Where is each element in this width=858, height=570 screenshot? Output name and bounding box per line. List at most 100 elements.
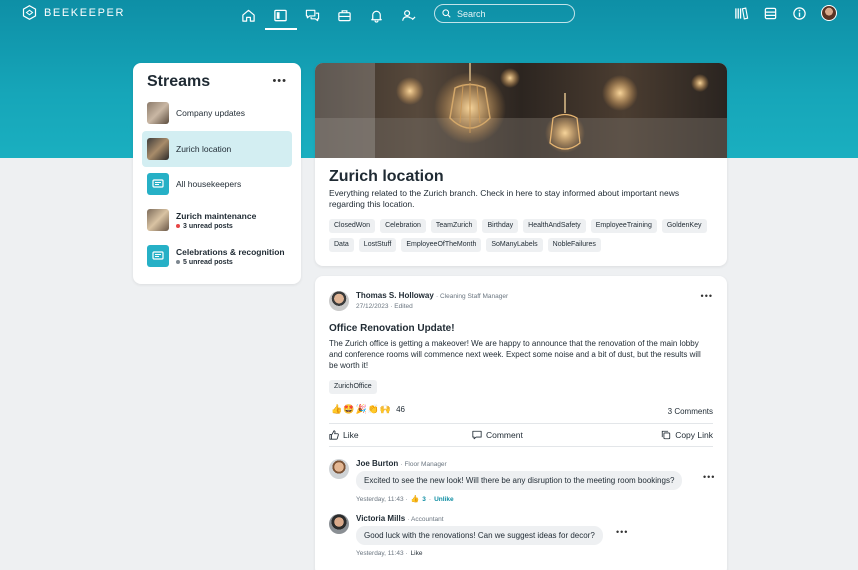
post-actions: Like Comment Copy Link [329, 430, 713, 440]
unread-count: 5 unread posts [183, 258, 233, 266]
stream-thumbnail [147, 138, 169, 160]
chat-icon [305, 9, 319, 21]
search-icon [442, 9, 451, 18]
like-label: Like [343, 430, 359, 440]
tag[interactable]: EmployeeOfTheMonth [401, 238, 482, 252]
commenter-role: · Floor Manager [400, 461, 447, 468]
nav-chats[interactable] [296, 4, 328, 26]
copy-icon [662, 430, 671, 440]
reactions-bar[interactable]: 👍 🤩 🎉 👏 🙌 46 [331, 404, 405, 415]
info-icon[interactable] [792, 6, 807, 21]
stream-name: Zurich location [176, 144, 232, 154]
comment-label: Comment [485, 430, 523, 440]
author-avatar[interactable] [329, 291, 349, 311]
copy-link-button[interactable]: Copy Link [661, 430, 713, 440]
brand[interactable]: BEEKEEPER [22, 5, 125, 20]
unread-badge: 5 unread posts [176, 259, 285, 266]
commenter-avatar[interactable] [329, 514, 349, 534]
stream-item-zurich-maintenance[interactable]: Zurich maintenance 3 unread posts [142, 202, 292, 238]
tag[interactable]: Celebration [380, 219, 426, 233]
streams-more-button[interactable]: ••• [272, 75, 287, 87]
star-struck-reaction-icon: 🤩 [343, 404, 355, 414]
bell-icon [370, 10, 382, 23]
comment-footer: Yesterday, 11:43 · 👍 3 · Unlike [356, 495, 454, 504]
comment-footer: Yesterday, 11:43 · Like [356, 550, 423, 557]
stream-item-all-housekeepers[interactable]: All housekeepers [142, 166, 292, 202]
reaction-count: 46 [396, 405, 405, 414]
clap-reaction-icon: 👏 [367, 404, 379, 414]
stream-item-company-updates[interactable]: Company updates [142, 95, 292, 131]
comment-time: Yesterday, 11:43 · [356, 495, 408, 503]
post-author-line: Thomas S. Holloway · Cleaning Staff Mana… [356, 291, 508, 300]
post-tag[interactable]: ZurichOffice [329, 380, 377, 394]
post-more-button[interactable]: ••• [701, 291, 713, 301]
thumbs-up-reaction-icon: 👍 [331, 404, 343, 414]
copy-link-label: Copy Link [675, 430, 713, 440]
nav-tools[interactable] [328, 4, 360, 26]
commenter-avatar[interactable] [329, 459, 349, 479]
stream-name: Company updates [176, 108, 245, 118]
profile-avatar[interactable] [821, 5, 837, 21]
chat-bubble-icon [152, 251, 164, 260]
search-input[interactable] [457, 8, 567, 19]
comment-header: Victoria Mills · Accountant [356, 514, 444, 523]
nav-people[interactable] [392, 4, 424, 26]
post-body: The Zurich office is getting a makeover!… [329, 339, 701, 370]
divider [329, 423, 713, 424]
post-card: Thomas S. Holloway · Cleaning Staff Mana… [315, 276, 727, 570]
streams-title: Streams [147, 73, 211, 90]
streams-panel: Streams ••• Company updates Zurich locat… [133, 63, 301, 284]
post-meta: 27/12/2023 · Edited [356, 303, 413, 310]
raised-hands-reaction-icon: 🙌 [379, 404, 392, 414]
nav-notifications[interactable] [360, 4, 392, 26]
tag[interactable]: TeamZurich [430, 219, 478, 233]
unread-dot [176, 224, 180, 228]
stream-thumbnail [147, 209, 169, 231]
library-icon[interactable] [734, 6, 749, 21]
nav-streams[interactable] [264, 4, 297, 30]
streams-icon [273, 9, 287, 21]
tag[interactable]: NobleFailures [547, 238, 601, 252]
comment-more-button[interactable]: ••• [703, 472, 715, 482]
comment-unlike-button[interactable]: Unlike [434, 496, 454, 503]
comments-count[interactable]: 3 Comments [668, 407, 713, 416]
stream-tags: ClosedWon Celebration TeamZurich Birthda… [329, 219, 719, 252]
light-bulbs-photo [315, 63, 727, 158]
commenter-name[interactable]: Victoria Mills [356, 514, 405, 523]
stream-description: Everything related to the Zurich branch.… [329, 188, 680, 209]
tag[interactable]: HealthAndSafety [523, 219, 586, 233]
search-box[interactable] [434, 4, 575, 23]
stream-title: Zurich location [329, 168, 444, 185]
unread-dot [176, 260, 180, 264]
tag[interactable]: GoldenKey [661, 219, 707, 233]
divider [329, 446, 713, 447]
top-navigation-bar: BEEKEEPER [0, 0, 858, 30]
inbox-icon[interactable] [763, 6, 778, 21]
commenter-role: · Accountant [407, 516, 444, 523]
tag[interactable]: Birthday [482, 219, 519, 233]
stream-item-zurich-location[interactable]: Zurich location [142, 131, 292, 167]
tag[interactable]: EmployeeTraining [590, 219, 657, 233]
comment-like-button[interactable]: Like [411, 550, 423, 557]
stream-name: Zurich maintenance [176, 210, 257, 221]
toolbox-icon [337, 9, 351, 21]
comment-header: Joe Burton · Floor Manager [356, 459, 447, 468]
tag[interactable]: LostStuff [358, 238, 397, 252]
comment-bubble: Excited to see the new look! Will there … [356, 471, 683, 490]
stream-item-celebrations[interactable]: Celebrations & recognition 5 unread post… [142, 238, 292, 274]
tag[interactable]: Data [329, 238, 354, 252]
tag[interactable]: ClosedWon [329, 219, 376, 233]
comment-button[interactable]: Comment [472, 430, 523, 440]
author-name[interactable]: Thomas S. Holloway [356, 291, 434, 300]
stream-name: Celebrations & recognition [176, 246, 285, 257]
tag[interactable]: SoManyLabels [486, 238, 543, 252]
commenter-name[interactable]: Joe Burton [356, 459, 398, 468]
author-role: · Cleaning Staff Manager [436, 293, 509, 300]
comment-more-button[interactable]: ••• [616, 527, 628, 537]
party-popper-reaction-icon: 🎉 [355, 404, 367, 414]
thumbs-up-icon [329, 430, 339, 440]
stream-header-card: Zurich location Everything related to th… [315, 63, 727, 266]
like-button[interactable]: Like [329, 430, 359, 440]
nav-home[interactable] [232, 4, 264, 26]
like-count-icon: 👍 [410, 496, 420, 503]
